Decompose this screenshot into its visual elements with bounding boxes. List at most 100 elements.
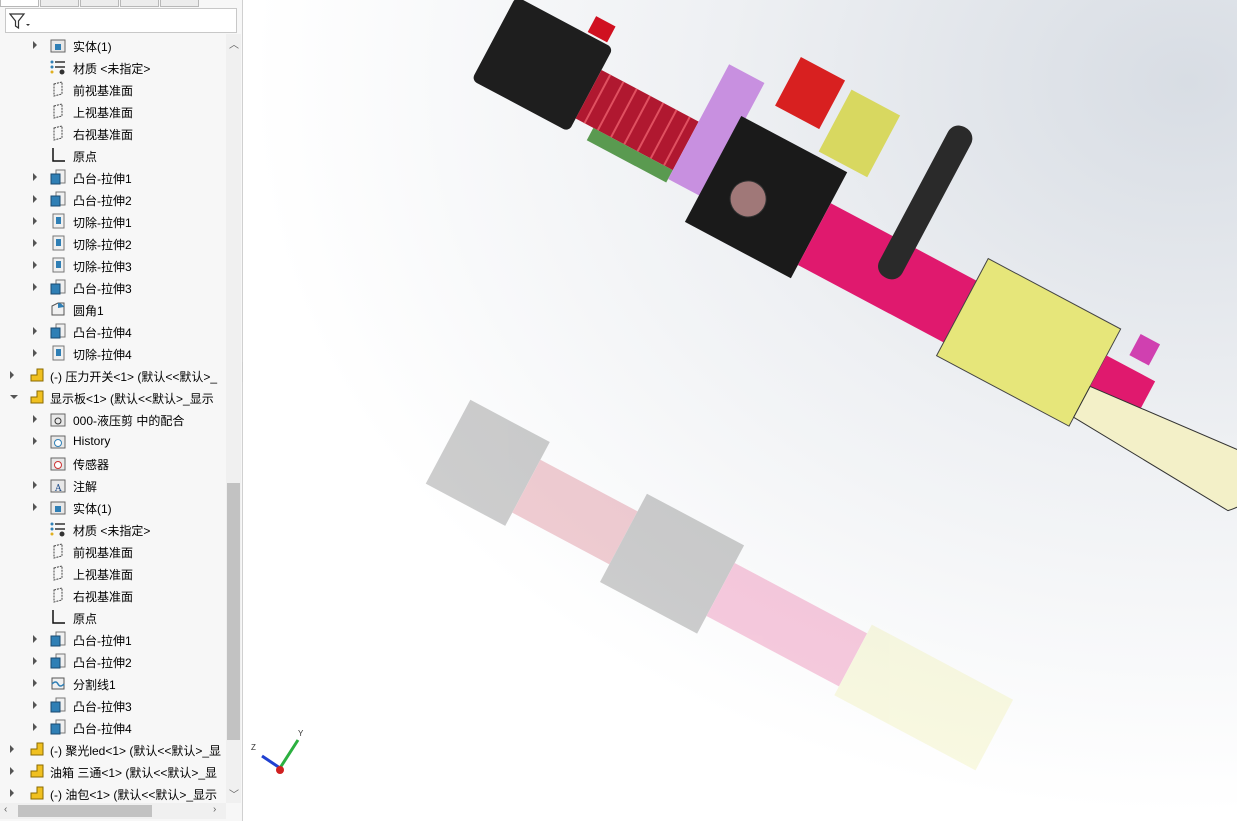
expand-arrow-icon[interactable] [33,261,37,269]
tree-component-item[interactable]: 油箱 三通<1> (默认<<默认>_显 [0,760,226,782]
material-icon [50,60,65,75]
y-axis [278,739,300,769]
material-icon [50,522,65,537]
tree-item-label: 凸台-拉伸1 [73,172,132,186]
view-triad: Y Z [251,729,304,774]
tree-feature-item[interactable]: 材质 <未指定> [0,518,226,540]
tree-feature-item[interactable]: 凸台-拉伸3 [0,276,226,298]
expand-arrow-icon[interactable] [33,503,37,511]
origin-icon [52,148,65,162]
graphics-viewport[interactable]: Y Z [243,0,1237,821]
tree-feature-item[interactable]: 凸台-拉伸3 [0,694,226,716]
filter-icon [9,13,30,30]
expand-arrow-icon[interactable] [10,767,14,775]
boss-extrude-icon [50,719,66,735]
tree-feature-item[interactable]: 凸台-拉伸2 [0,188,226,210]
tree-feature-item[interactable]: 凸台-拉伸1 [0,166,226,188]
vertical-scroll-thumb[interactable] [227,483,240,740]
tree-feature-item[interactable]: 材质 <未指定> [0,56,226,78]
scroll-left-icon[interactable]: ‹ [4,804,7,815]
tree-feature-item[interactable]: 右视基准面 [0,122,226,144]
tree-feature-item[interactable]: 分割线1 [0,672,226,694]
expand-arrow-icon[interactable] [33,173,37,181]
tab-dimxpert-manager[interactable] [120,0,159,7]
tab-configuration-manager[interactable] [80,0,119,7]
expand-arrow-icon[interactable] [33,327,37,335]
tree-feature-item[interactable]: 切除-拉伸1 [0,210,226,232]
scroll-right-icon[interactable]: › [213,804,216,815]
tree-item-label: History [73,434,111,448]
expand-arrow-icon[interactable] [33,481,37,489]
tree-feature-item[interactable]: 原点 [0,144,226,166]
tab-property-manager[interactable] [40,0,79,7]
feature-tree: 实体(1) 材质 <未指定> 前视基准面 上视基准面 右视基准面 原点 凸台-拉伸1 凸台-拉… [0,34,226,803]
expand-arrow-icon[interactable] [33,283,37,291]
expand-arrow-icon[interactable] [33,701,37,709]
tree-component-item[interactable]: (-) 聚光led<1> (默认<<默认>_显 [0,738,226,760]
tree-feature-item[interactable]: 右视基准面 [0,584,226,606]
expand-arrow-icon[interactable] [33,217,37,225]
tree-feature-item[interactable]: 凸台-拉伸4 [0,320,226,342]
tree-component-item[interactable]: (-) 压力开关<1> (默认<<默认>_ [0,364,226,386]
z-axis-label: Z [251,743,256,752]
tree-feature-item[interactable]: 圆角1 [0,298,226,320]
tree-feature-item[interactable]: History [0,430,226,452]
tree-item-label: 切除-拉伸2 [73,238,132,252]
tree-feature-item[interactable]: 传感器 [0,452,226,474]
expand-arrow-icon[interactable] [10,745,14,753]
expand-arrow-icon[interactable] [33,195,37,203]
expand-arrow-icon[interactable] [33,239,37,247]
split-line-icon [51,677,65,690]
tree-item-label: 材质 <未指定> [73,524,151,538]
tree-feature-item[interactable]: A 注解 [0,474,226,496]
tree-feature-item[interactable]: 上视基准面 [0,100,226,122]
tree-item-label: 注解 [73,480,98,494]
tree-feature-item[interactable]: 上视基准面 [0,562,226,584]
scroll-up-icon[interactable]: ︿ [229,36,239,51]
tree-feature-item[interactable]: 实体(1) [0,496,226,518]
expand-arrow-icon[interactable] [33,657,37,665]
tree-feature-item[interactable]: 实体(1) [0,34,226,56]
tree-feature-item[interactable]: 切除-拉伸2 [0,232,226,254]
mates-folder-icon [50,413,66,427]
horizontal-scrollbar[interactable]: ‹ › [0,803,226,819]
tree-feature-item[interactable]: 前视基准面 [0,78,226,100]
tree-feature-item[interactable]: 原点 [0,606,226,628]
tree-item-label: 凸台-拉伸3 [73,282,132,296]
expand-arrow-icon[interactable] [33,437,37,445]
expand-arrow-icon[interactable] [33,635,37,643]
tree-feature-item[interactable]: 000-液压剪 中的配合 [0,408,226,430]
expand-arrow-icon[interactable] [33,349,37,357]
expand-arrow-icon[interactable] [10,789,14,797]
vertical-scrollbar[interactable]: ︿ ﹀ [226,34,241,803]
tree-component-item[interactable]: (-) 油包<1> (默认<<默认>_显示 [0,782,226,803]
boss-extrude-icon [50,631,66,647]
tree-feature-item[interactable]: 切除-拉伸3 [0,254,226,276]
horizontal-scroll-thumb[interactable] [18,805,152,817]
expand-arrow-icon[interactable] [33,723,37,731]
tree-filter[interactable] [5,8,237,33]
boss-extrude-icon [50,653,66,669]
scroll-down-icon[interactable]: ﹀ [229,786,239,801]
tree-feature-item[interactable]: 凸台-拉伸4 [0,716,226,738]
tree-item-label: 圆角1 [73,304,104,318]
tree-feature-item[interactable]: 凸台-拉伸2 [0,650,226,672]
tree-item-label: 前视基准面 [73,84,134,98]
collapse-arrow-icon[interactable] [10,395,18,399]
tree-feature-item[interactable]: 前视基准面 [0,540,226,562]
plane-icon [53,125,63,141]
expand-arrow-icon[interactable] [33,679,37,687]
tab-feature-manager[interactable] [0,0,39,7]
tree-feature-item[interactable]: 凸台-拉伸1 [0,628,226,650]
tree-item-label: 实体(1) [73,40,112,54]
cut-extrude-icon [52,213,65,229]
svg-text:A: A [54,484,62,493]
tree-component-item[interactable]: 显示板<1> (默认<<默认>_显示 [0,386,226,408]
cutter-jaw [1073,385,1237,512]
expand-arrow-icon[interactable] [33,41,37,49]
tab-display-manager[interactable] [160,0,199,7]
tree-feature-item[interactable]: 切除-拉伸4 [0,342,226,364]
expand-arrow-icon[interactable] [10,371,14,379]
expand-arrow-icon[interactable] [33,415,37,423]
tree-item-label: 油箱 三通<1> (默认<<默认>_显 [50,766,218,780]
